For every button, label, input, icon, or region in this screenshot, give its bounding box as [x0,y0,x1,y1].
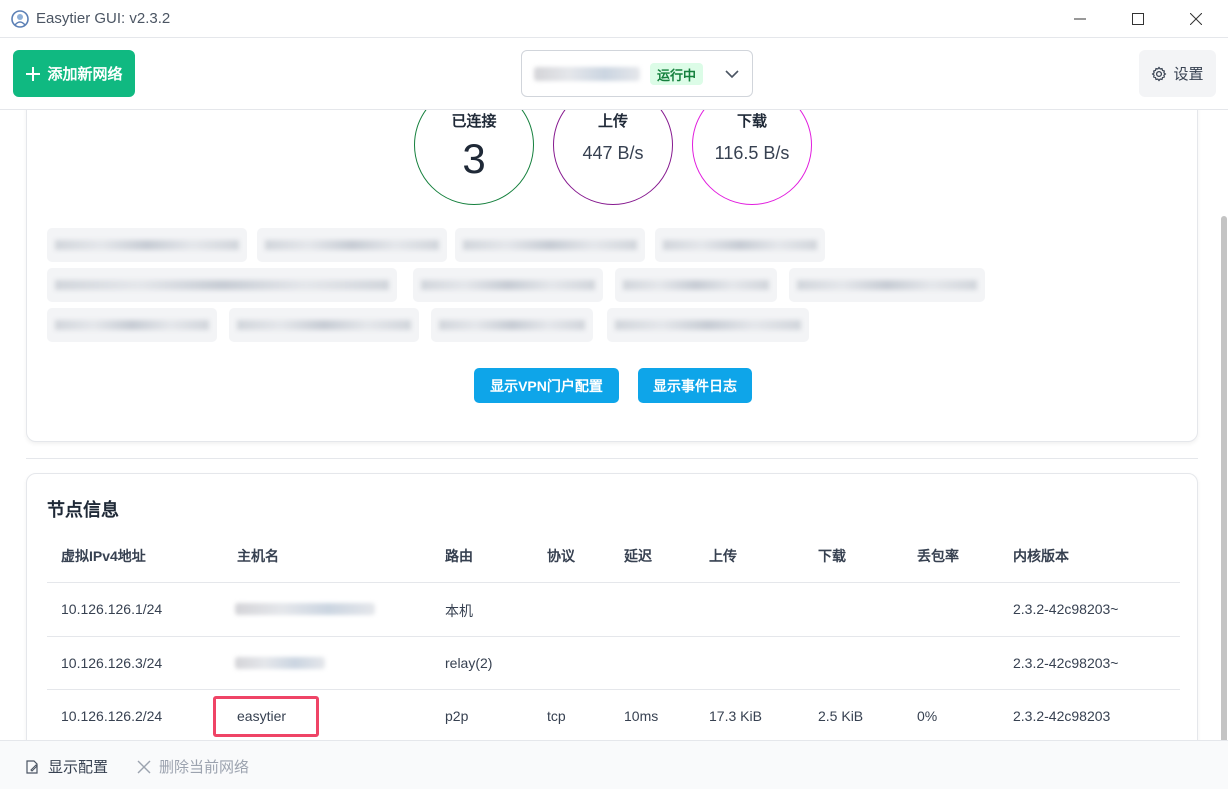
minimize-icon [1074,18,1086,20]
scrollbar[interactable] [1221,216,1227,740]
section-divider [26,458,1198,459]
x-icon [137,760,151,773]
add-network-button[interactable]: 添加新网络 [13,50,135,97]
cell-route: relay(2) [445,655,493,671]
node-info-title: 节点信息 [47,500,119,520]
status-badge: 运行中 [650,63,704,85]
chevron-down-icon [725,70,739,79]
cell-loss: 0% [917,708,938,724]
cell-download: 2.5 KiB [818,708,864,724]
node-info-card: 节点信息 虚拟IPv4地址 主机名 路由 协议 延迟 上传 下载 丢包率 内核版… [26,473,1198,740]
cell-version: 2.3.2-42c98203~ [1013,601,1119,617]
download-stat: 下载 116.5 B/s [692,110,812,205]
maximize-icon [1132,13,1144,25]
connected-stat: 已连接 3 [414,110,534,205]
minimize-button[interactable] [1052,0,1108,38]
window-title: Easytier GUI: v2.3.2 [36,10,171,27]
delete-network-button[interactable]: 删除当前网络 [137,756,249,777]
toolbar: 添加新网络 运行中 设置 [0,38,1228,110]
info-chip [229,308,419,342]
cell-route: p2p [445,708,469,724]
col-header-latency: 延迟 [624,548,652,564]
col-header-download: 下载 [818,548,846,564]
show-config-button[interactable]: 显示配置 [24,756,108,777]
info-chip [655,228,825,262]
cell-upload: 17.3 KiB [709,708,762,724]
close-button[interactable] [1168,0,1224,38]
upload-stat: 上传 447 B/s [553,110,673,205]
info-chip [789,268,985,302]
info-chip [607,308,809,342]
status-card: 已连接 3 上传 447 B/s 下载 116.5 B/s 显示VPN门户配置 … [26,110,1198,442]
add-network-label: 添加新网络 [47,66,123,83]
hostname-redacted [235,603,375,615]
network-select[interactable]: 运行中 [521,50,753,97]
info-chip [257,228,447,262]
cell-version: 2.3.2-42c98203~ [1013,655,1119,671]
info-chip [413,268,603,302]
col-header-upload: 上传 [709,548,737,564]
bottom-bar: 显示配置 删除当前网络 [0,740,1228,789]
close-icon [1190,13,1202,25]
cell-ipv4: 10.126.126.3/24 [61,655,163,671]
upload-label: 上传 [597,113,628,130]
gear-icon [1152,66,1167,81]
row-divider [47,689,1180,690]
show-vpn-portal-button[interactable]: 显示VPN门户配置 [474,368,619,403]
edit-icon [26,759,38,774]
cell-ipv4: 10.126.126.2/24 [61,708,163,724]
hostname-highlight [213,696,319,737]
cell-version: 2.3.2-42c98203 [1013,708,1111,724]
settings-button[interactable]: 设置 [1139,50,1216,97]
col-header-protocol: 协议 [547,548,575,564]
cell-latency: 10ms [624,708,659,724]
network-name-redacted [534,67,640,81]
row-divider [47,636,1180,637]
show-config-label: 显示配置 [48,759,109,776]
table-header-divider [47,582,1180,583]
main-content[interactable]: 已连接 3 上传 447 B/s 下载 116.5 B/s 显示VPN门户配置 … [0,110,1228,740]
show-event-log-button[interactable]: 显示事件日志 [638,368,752,403]
col-header-route: 路由 [445,548,473,564]
connected-value: 3 [462,135,486,182]
col-header-hostname: 主机名 [237,548,279,564]
info-chip [47,308,217,342]
col-header-version: 内核版本 [1013,548,1069,564]
cell-protocol: tcp [547,708,566,724]
cell-route: 本机 [445,603,473,619]
delete-network-label: 删除当前网络 [159,759,250,776]
col-header-ipv4: 虚拟IPv4地址 [61,548,146,564]
plus-icon [26,66,41,81]
info-chip [615,268,777,302]
connected-label: 已连接 [451,113,497,130]
info-chip [455,228,645,262]
settings-label: 设置 [1173,66,1204,83]
col-header-loss: 丢包率 [917,548,959,564]
app-logo-icon [11,10,29,28]
upload-value: 447 B/s [582,143,644,163]
title-bar: Easytier GUI: v2.3.2 [0,0,1228,38]
maximize-button[interactable] [1110,0,1166,38]
download-value: 116.5 B/s [714,143,790,163]
download-label: 下载 [736,113,767,130]
cell-ipv4: 10.126.126.1/24 [61,601,163,617]
info-chip [47,268,397,302]
info-chip [47,228,247,262]
hostname-redacted [235,657,325,669]
info-chip [431,308,593,342]
